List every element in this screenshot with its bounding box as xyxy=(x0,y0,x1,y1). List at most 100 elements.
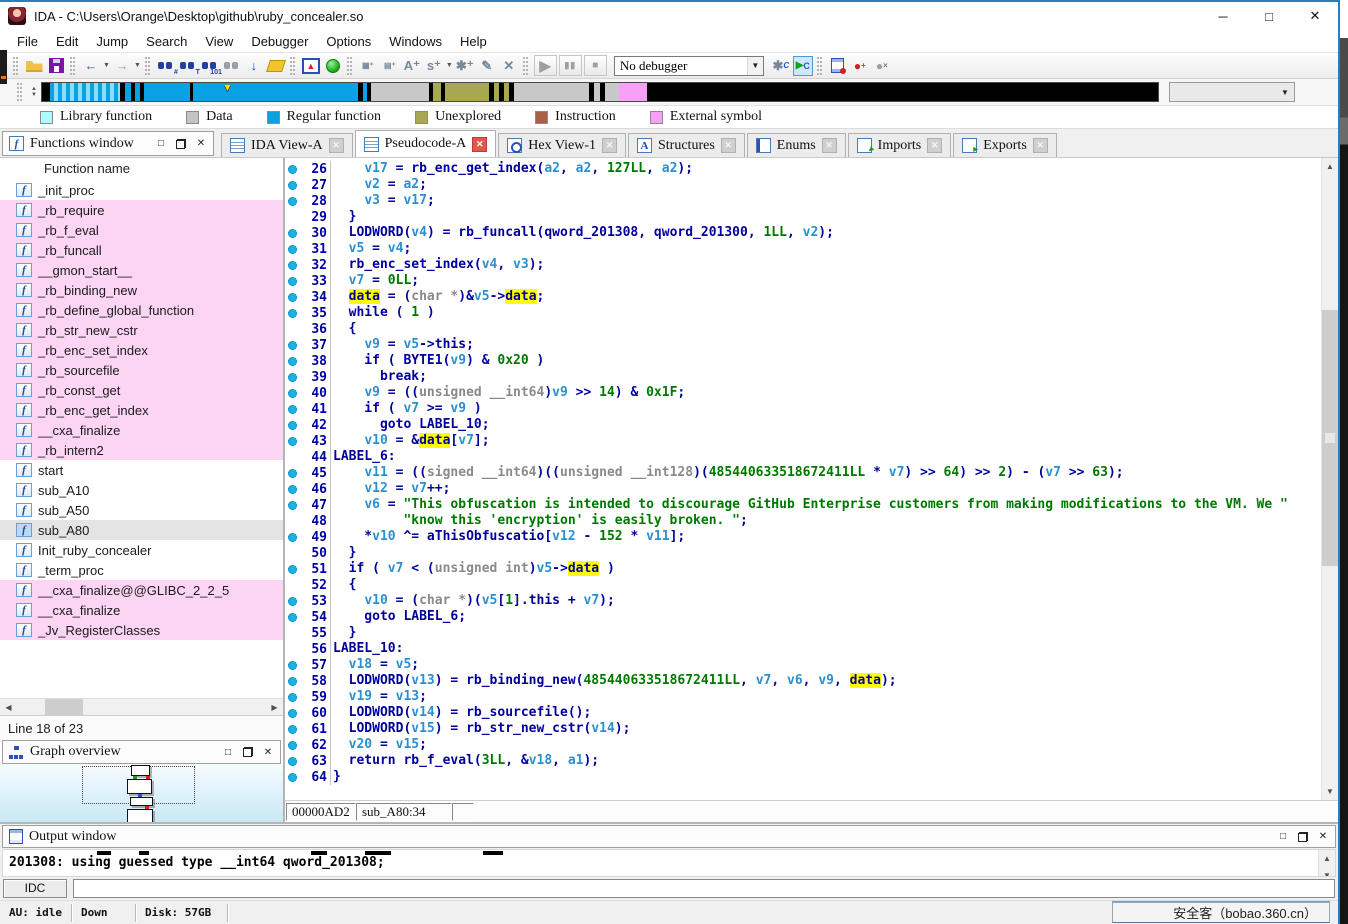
search-immediate-icon[interactable]: # xyxy=(156,58,176,74)
breakpoint-dot-icon[interactable] xyxy=(288,293,297,302)
breakpoint-dot-icon[interactable] xyxy=(288,757,297,766)
breakpoint-dot-icon[interactable] xyxy=(288,421,297,430)
navband-scale-select[interactable]: ▼ xyxy=(1169,82,1295,102)
navigate-forward-dropdown-icon[interactable]: ▼ xyxy=(134,62,141,69)
code-gutter[interactable]: 38 xyxy=(285,353,331,369)
breakpoint-dot-icon[interactable] xyxy=(288,469,297,478)
analysis-indicator-icon[interactable] xyxy=(323,56,343,76)
make-code-icon[interactable]: ▦⁺ xyxy=(358,56,378,76)
tab-imports[interactable]: Imports✕ xyxy=(848,133,952,157)
debugger-start-icon[interactable]: ▶ xyxy=(534,55,557,76)
breakpoint-dot-icon[interactable] xyxy=(288,277,297,286)
command-input[interactable] xyxy=(73,879,1335,898)
code-gutter[interactable]: 58 xyxy=(285,673,331,689)
output-log[interactable]: 201308: using guessed type __int64 qword… xyxy=(2,849,1336,876)
output-window-titlebar[interactable]: Output window □ ✕ xyxy=(2,825,1336,848)
make-data-icon[interactable]: ▤⁺ xyxy=(380,56,400,76)
tab-exports[interactable]: Exports✕ xyxy=(953,133,1057,157)
scroll-down-icon[interactable]: ▼ xyxy=(1322,783,1338,800)
menu-jump[interactable]: Jump xyxy=(87,32,137,51)
tab-close-icon[interactable]: ✕ xyxy=(472,137,487,152)
scroll-down-icon[interactable]: ▼ xyxy=(1319,867,1335,876)
code-gutter[interactable]: 35 xyxy=(285,305,331,321)
breakpoint-dot-icon[interactable] xyxy=(288,437,297,446)
breakpoint-dot-icon[interactable] xyxy=(288,373,297,382)
graph-overview-titlebar[interactable]: Graph overview □ ✕ xyxy=(2,740,281,764)
search-again-icon[interactable] xyxy=(222,58,242,74)
attach-process-icon[interactable]: ✱C xyxy=(771,56,791,76)
navigate-back-dropdown-icon[interactable]: ▼ xyxy=(103,62,110,69)
code-gutter[interactable]: 64 xyxy=(285,769,331,785)
tab-close-icon[interactable]: ✕ xyxy=(721,138,736,153)
code-gutter[interactable]: 28 xyxy=(285,193,331,209)
function-row-rb-enc-get-index[interactable]: f_rb_enc_get_index xyxy=(0,400,283,420)
continue-process-icon[interactable]: ▶C xyxy=(793,56,813,76)
make-string-icon[interactable]: s⁺ xyxy=(424,56,444,76)
breakpoint-dot-icon[interactable] xyxy=(288,565,297,574)
tab-close-icon[interactable]: ✕ xyxy=(822,138,837,153)
jump-address-icon[interactable]: ↓ xyxy=(244,56,264,76)
pseudocode-vscrollbar[interactable]: ▲ ▼ xyxy=(1321,158,1338,800)
breakpoint-dot-icon[interactable] xyxy=(288,165,297,174)
code-gutter[interactable]: 54 xyxy=(285,609,331,625)
tab-close-icon[interactable]: ✕ xyxy=(1033,138,1048,153)
chevron-down-icon[interactable]: ▼ xyxy=(747,57,763,75)
code-gutter[interactable]: 55 xyxy=(285,625,331,641)
function-row-sub-a10[interactable]: fsub_A10 xyxy=(0,480,283,500)
breakpoint-dot-icon[interactable] xyxy=(288,229,297,238)
toolbar-grip[interactable] xyxy=(13,57,18,75)
tab-close-icon[interactable]: ✕ xyxy=(329,138,344,153)
code-gutter[interactable]: 43 xyxy=(285,433,331,449)
code-gutter[interactable]: 50 xyxy=(285,545,331,561)
function-row-rb-define-global-function[interactable]: f_rb_define_global_function xyxy=(0,300,283,320)
breakpoint-dot-icon[interactable] xyxy=(288,341,297,350)
idc-button[interactable]: IDC xyxy=(3,879,67,898)
code-gutter[interactable]: 26 xyxy=(285,161,331,177)
breakpoint-dot-icon[interactable] xyxy=(288,677,297,686)
add-breakpoint-icon[interactable]: ●+ xyxy=(850,56,870,76)
menu-debugger[interactable]: Debugger xyxy=(242,32,317,51)
menu-help[interactable]: Help xyxy=(451,32,496,51)
function-row-cxa-finalize-glibc-2-2-5[interactable]: f__cxa_finalize@@GLIBC_2_2_5 xyxy=(0,580,283,600)
function-row-rb-f-eval[interactable]: f_rb_f_eval xyxy=(0,220,283,240)
tab-close-icon[interactable]: ✕ xyxy=(927,138,942,153)
code-gutter[interactable]: 44 xyxy=(285,449,331,465)
function-row-rb-funcall[interactable]: f_rb_funcall xyxy=(0,240,283,260)
breakpoint-dot-icon[interactable] xyxy=(288,533,297,542)
function-row-cxa-finalize[interactable]: f__cxa_finalize xyxy=(0,600,283,620)
breakpoint-dot-icon[interactable] xyxy=(288,181,297,190)
code-gutter[interactable]: 52 xyxy=(285,577,331,593)
function-row-rb-enc-set-index[interactable]: f_rb_enc_set_index xyxy=(0,340,283,360)
functions-hscrollbar[interactable]: ◀ ▶ xyxy=(0,698,283,715)
code-gutter[interactable]: 34 xyxy=(285,289,331,305)
toolbar-grip[interactable] xyxy=(817,57,822,75)
breakpoint-dot-icon[interactable] xyxy=(288,597,297,606)
code-gutter[interactable]: 61 xyxy=(285,721,331,737)
code-gutter[interactable]: 33 xyxy=(285,273,331,289)
navigate-back-icon[interactable]: ← xyxy=(81,56,101,76)
highlight-lock-icon[interactable] xyxy=(266,56,286,76)
breakpoint-dot-icon[interactable] xyxy=(288,501,297,510)
tab-hex-view-1[interactable]: Hex View-1✕ xyxy=(498,133,626,157)
tab-pseudocode-a[interactable]: Pseudocode-A✕ xyxy=(355,130,497,157)
panel-float-icon[interactable] xyxy=(242,746,254,758)
search-text-icon[interactable]: T xyxy=(178,58,198,74)
function-row-rb-const-get[interactable]: f_rb_const_get xyxy=(0,380,283,400)
pseudocode-view[interactable]: ▲ ▼ 26 v17 = rb_enc_get_index(a2, a2, 12… xyxy=(285,158,1338,800)
function-row-rb-sourcefile[interactable]: f_rb_sourcefile xyxy=(0,360,283,380)
functions-window-titlebar[interactable]: f Functions window □ ✕ xyxy=(2,131,214,156)
breakpoint-dot-icon[interactable] xyxy=(288,661,297,670)
graph-overview-canvas[interactable] xyxy=(0,764,283,822)
menu-view[interactable]: View xyxy=(196,32,242,51)
menu-search[interactable]: Search xyxy=(137,32,196,51)
breakpoint-dot-icon[interactable] xyxy=(288,725,297,734)
code-gutter[interactable]: 39 xyxy=(285,369,331,385)
code-gutter[interactable]: 48 xyxy=(285,513,331,529)
code-gutter[interactable]: 49 xyxy=(285,529,331,545)
code-gutter[interactable]: 63 xyxy=(285,753,331,769)
function-row-init-proc[interactable]: f_init_proc xyxy=(0,180,283,200)
panel-close-icon[interactable]: ✕ xyxy=(262,746,274,758)
scroll-right-icon[interactable]: ▶ xyxy=(266,699,283,715)
vscroll-thumb[interactable] xyxy=(1322,310,1338,566)
menu-file[interactable]: File xyxy=(8,32,47,51)
